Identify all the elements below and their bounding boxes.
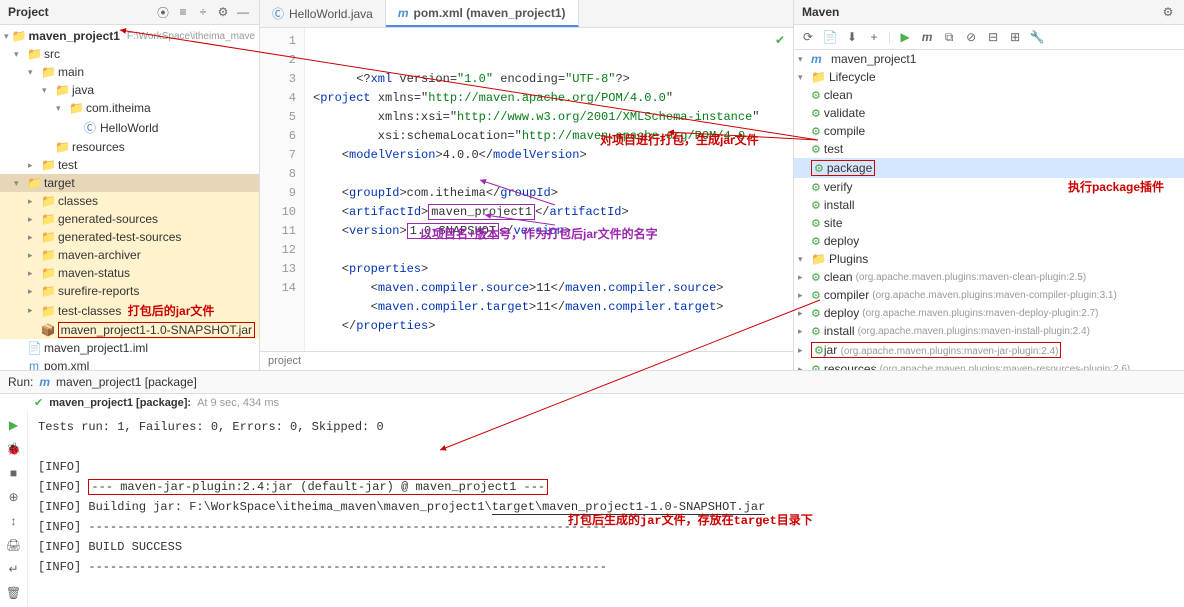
project-tree[interactable]: ▾📁 maven_project1 F:\WorkSpace\itheima_m… [0,25,259,370]
print-icon[interactable]: 🖨 [6,537,22,553]
run-status-line: ✔ maven_project1 [package]: At 9 sec, 43… [0,394,1184,411]
tab-pom.xml (maven_project1)[interactable]: mpom.xml (maven_project1) [386,0,579,27]
lifecycle-deploy[interactable]: ⚙deploy [794,232,1184,250]
tree-item-HelloWorld[interactable]: ⒸHelloWorld [0,117,259,138]
plugin-jar[interactable]: ▸⚙jar (org.apache.maven.plugins:maven-ja… [794,340,1184,360]
plugin-deploy[interactable]: ▸⚙deploy (org.apache.maven.plugins:maven… [794,304,1184,322]
soft-wrap-icon[interactable]: ↵ [6,561,22,577]
annotation-purple: 以项目名+版本号，作为打包后jar文件的名字 [420,225,658,242]
tree-item-generated-sources[interactable]: ▸📁generated-sources [0,210,259,228]
wrench-icon[interactable]: 🔧 [1029,29,1045,45]
debug-icon[interactable]: 🐞 [6,441,22,457]
m-icon: m [39,375,50,389]
plugin-install[interactable]: ▸⚙install (org.apache.maven.plugins:mave… [794,322,1184,340]
plugin-resources[interactable]: ▸⚙resources (org.apache.maven.plugins:ma… [794,360,1184,370]
code-content[interactable]: ✔ <?xml version="1.0" encoding="UTF-8"?>… [305,28,793,351]
run-title: Run: [8,375,33,389]
tree-item-target[interactable]: ▾📁target [0,174,259,192]
lifecycle-install[interactable]: ⚙install [794,196,1184,214]
run-sidebar: ▶ 🐞 ■ ⊕ ↕ 🖨 ↵ 🗑 [0,411,28,607]
expand-icon[interactable]: ÷ [195,4,211,20]
line-gutter: 1234567891011121314 [260,28,305,351]
run-icon[interactable]: ▶ [897,29,913,45]
run-header: Run: m maven_project1 [package] [0,371,1184,394]
tree-item-test[interactable]: ▸📁test [0,156,259,174]
pin-icon[interactable]: ⊕ [6,489,22,505]
lifecycle-compile[interactable]: ⚙compile [794,122,1184,140]
download-icon[interactable]: ⬇ [844,29,860,45]
tab-HelloWorld.java[interactable]: ⒸHelloWorld.java [260,0,386,27]
collapse-all-icon[interactable]: ⊟ [985,29,1001,45]
hide-icon[interactable]: — [235,4,251,20]
plugins-node[interactable]: ▾📁Plugins [794,250,1184,268]
tree-item-maven-status[interactable]: ▸📁maven-status [0,264,259,282]
refresh-icon[interactable]: ⟳ [800,29,816,45]
generate-icon[interactable]: 📄 [822,29,838,45]
tree-item-test-classes[interactable]: ▸📁test-classes 打包后的jar文件 [0,300,259,321]
tree-item-generated-test-sources[interactable]: ▸📁generated-test-sources [0,228,259,246]
lifecycle-validate[interactable]: ⚙validate [794,104,1184,122]
add-icon[interactable]: + [866,29,882,45]
collapse-icon[interactable]: ≡ [175,4,191,20]
run-config: maven_project1 [package] [56,375,197,389]
tree-item-src[interactable]: ▾📁src [0,45,259,63]
tree-item-classes[interactable]: ▸📁classes [0,192,259,210]
tree-item-com.itheima[interactable]: ▾📁com.itheima [0,99,259,117]
check-icon: ✔ [34,396,43,409]
plugin-clean[interactable]: ▸⚙clean (org.apache.maven.plugins:maven-… [794,268,1184,286]
scroll-icon[interactable]: ↕ [6,513,22,529]
lifecycle-clean[interactable]: ⚙clean [794,86,1184,104]
maven-tree[interactable]: ▾m maven_project1▾📁Lifecycle⚙clean⚙valid… [794,50,1184,370]
maven-panel: Maven ⚙ ⟳ 📄 ⬇ + | ▶ m ⧉ ⊘ ⊟ ⊞ 🔧 ▾m maven… [794,0,1184,370]
check-icon: ✔ [775,32,785,51]
annotation-red: 对项目进行打包，生成jar文件 [600,131,759,148]
run-output[interactable]: Tests run: 1, Failures: 0, Errors: 0, Sk… [28,411,1184,607]
maven-toolbar: ⟳ 📄 ⬇ + | ▶ m ⧉ ⊘ ⊟ ⊞ 🔧 [794,25,1184,50]
lifecycle-site[interactable]: ⚙site [794,214,1184,232]
tree-item-java[interactable]: ▾📁java [0,81,259,99]
editor-area[interactable]: 1234567891011121314 ✔ <?xml version="1.0… [260,28,793,351]
lifecycle-package[interactable]: ⚙package [794,158,1184,178]
tree-item-maven_project1-1.0-SNAPSHOT.jar[interactable]: 📦maven_project1-1.0-SNAPSHOT.jar [0,321,259,339]
tree-item-resources[interactable]: 📁resources [0,138,259,156]
tree-item-surefire-reports[interactable]: ▸📁surefire-reports [0,282,259,300]
stop-icon[interactable]: ■ [6,465,22,481]
tree-item-maven-archiver[interactable]: ▸📁maven-archiver [0,246,259,264]
project-panel-header: Project ⦿ ≡ ÷ ⚙ — [0,0,259,25]
target-icon[interactable]: ⦿ [155,4,171,20]
editor-tabs: ⒸHelloWorld.javampom.xml (maven_project1… [260,0,793,28]
project-panel-title: Project [8,5,151,19]
editor-panel: ⒸHelloWorld.javampom.xml (maven_project1… [260,0,794,370]
rerun-icon[interactable]: ▶ [6,417,22,433]
tree-item-maven_project1.iml[interactable]: 📄maven_project1.iml [0,339,259,357]
tree-item-main[interactable]: ▾📁main [0,63,259,81]
maven-root[interactable]: ▾m maven_project1 [794,50,1184,68]
offline-icon[interactable]: ⊘ [963,29,979,45]
gear-icon[interactable]: ⚙ [215,4,231,20]
skip-icon[interactable]: ⧉ [941,29,957,45]
trash-icon[interactable]: 🗑 [6,585,22,601]
editor-breadcrumb[interactable]: project [260,351,793,370]
lifecycle-test[interactable]: ⚙test [794,140,1184,158]
expand-all-icon[interactable]: ⊞ [1007,29,1023,45]
lifecycle-node[interactable]: ▾📁Lifecycle [794,68,1184,86]
tree-item-pom.xml[interactable]: mpom.xml [0,357,259,370]
maven-panel-header: Maven ⚙ [794,0,1184,25]
project-panel: Project ⦿ ≡ ÷ ⚙ — ▾📁 maven_project1 F:\W… [0,0,260,370]
maven-title: Maven [802,5,1156,19]
m-icon[interactable]: m [919,29,935,45]
run-panel: Run: m maven_project1 [package] ✔ maven_… [0,370,1184,570]
gear-icon[interactable]: ⚙ [1160,4,1176,20]
project-root[interactable]: ▾📁 maven_project1 F:\WorkSpace\itheima_m… [0,27,259,45]
plugin-compiler[interactable]: ▸⚙compiler (org.apache.maven.plugins:mav… [794,286,1184,304]
